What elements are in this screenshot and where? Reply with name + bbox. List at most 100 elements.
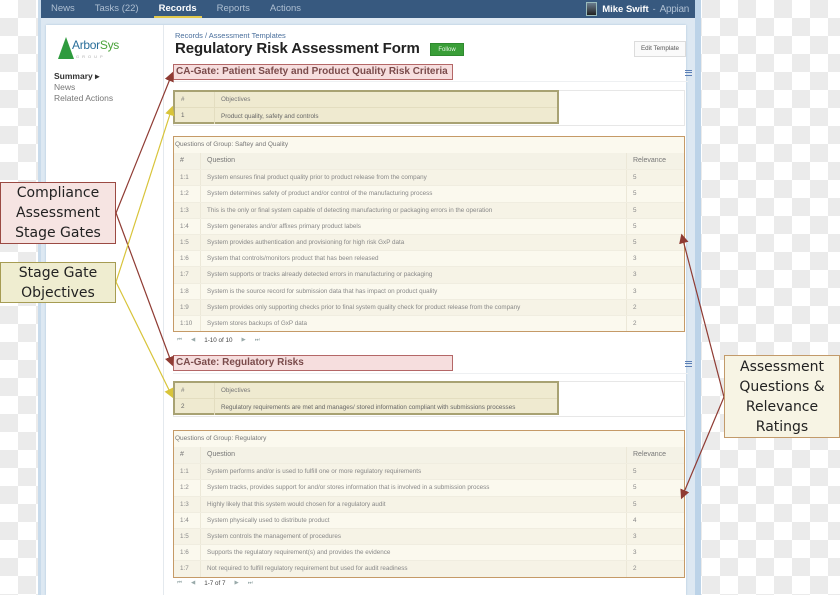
follow-button[interactable]: Follow <box>430 43 464 56</box>
question-num: 1:6 <box>174 251 201 267</box>
question-relevance: 5 <box>633 222 637 230</box>
question-text: System provides authentication and provi… <box>201 234 627 251</box>
objectives-header-text: Objectives <box>221 96 251 103</box>
next-page-icon[interactable]: ▶ <box>242 337 246 343</box>
breadcrumb: Records / Assessment Templates <box>175 31 286 40</box>
question-row: 1:7 Not required to fulfill regulatory re… <box>174 560 684 577</box>
nav-tab-records[interactable]: Records <box>149 0 207 18</box>
breadcrumb-records[interactable]: Records <box>175 31 203 40</box>
sidebar: ArborSys GROUP Summary ▸ News Related Ac… <box>46 25 164 595</box>
objective-row: 2 Regulatory requirements are met and ma… <box>175 399 557 415</box>
question-relevance: 3 <box>633 532 637 540</box>
app-window: News Tasks (22) Records Reports Actions … <box>38 0 701 595</box>
question-relevance: 5 <box>633 468 637 476</box>
question-text: System that controls/monitors product th… <box>201 251 627 267</box>
header-num: # <box>174 447 201 464</box>
collapse-icon[interactable] <box>685 361 692 367</box>
sidebar-links: Summary ▸ News Related Actions <box>54 71 113 104</box>
logo-text: ArborSys <box>72 38 119 52</box>
question-text: System performs and/or is used to fulfil… <box>201 464 627 480</box>
callout-line: Assessment <box>16 205 100 221</box>
question-relevance: 5 <box>633 174 637 182</box>
question-text: Not required to fulfill regulatory requi… <box>201 561 627 577</box>
company-logo: ArborSys GROUP <box>58 35 148 69</box>
last-page-icon[interactable]: ⏭ <box>248 580 253 587</box>
sidebar-item-news[interactable]: News <box>54 82 113 93</box>
last-page-icon[interactable]: ⏭ <box>255 337 260 344</box>
gate-title: CA-Gate: Regulatory Risks <box>173 355 453 371</box>
question-relevance: 5 <box>633 500 637 508</box>
callout-line: Stage Gate <box>18 265 98 281</box>
question-row: 1:1 System performs and/or is used to ful… <box>174 463 684 480</box>
question-row: 1:5 System provides authentication and pr… <box>174 233 684 251</box>
nav-tab-news[interactable]: News <box>41 0 85 18</box>
question-text: System provides only supporting checks p… <box>201 299 627 315</box>
pager-label: 1-10 of 10 <box>204 336 233 344</box>
questions-table: Questions of Group: Saftey and Quality #… <box>173 136 685 333</box>
collapse-icon[interactable] <box>685 70 692 76</box>
callout-line: Objectives <box>21 285 95 301</box>
objective-row: 1 Product quality, safety and controls <box>175 108 557 124</box>
question-row: 1:1 System ensures final product quality … <box>174 169 684 186</box>
question-num: 1:3 <box>174 202 201 218</box>
question-relevance: 2 <box>633 319 637 327</box>
question-num: 1:7 <box>174 267 201 283</box>
nav-tab-tasks[interactable]: Tasks (22) <box>85 0 149 18</box>
next-page-icon[interactable]: ▶ <box>235 580 239 586</box>
question-row: 1:4 System generates and/or affixes prima… <box>174 217 684 234</box>
objectives-header-row: # Objectives <box>175 92 557 108</box>
objectives-header-text: Objectives <box>221 387 251 394</box>
question-num: 1:3 <box>174 496 201 512</box>
nav-tab-actions[interactable]: Actions <box>260 0 311 18</box>
question-num: 1:1 <box>174 464 201 480</box>
pagination: ⏮ ◀ 1-7 of 7 ▶ ⏭ <box>177 578 262 588</box>
callout-line: Assessment <box>740 359 824 375</box>
page-title: Regulatory Risk Assessment Form <box>175 40 420 57</box>
sidebar-item-related-actions[interactable]: Related Actions <box>54 93 113 104</box>
callout-line: Stage Gates <box>15 225 101 241</box>
first-page-icon[interactable]: ⏮ <box>177 580 182 587</box>
first-page-icon[interactable]: ⏮ <box>177 337 182 344</box>
user-avatar[interactable] <box>586 2 598 16</box>
question-relevance: 3 <box>633 271 637 279</box>
callout-objectives: Stage Gate Objectives <box>0 262 116 303</box>
header-num: # <box>174 153 201 170</box>
user-name[interactable]: Mike Swift <box>602 4 648 15</box>
objectives-table: # Objectives 2 Regulatory requirements a… <box>173 381 559 415</box>
nav-tab-reports[interactable]: Reports <box>207 0 260 18</box>
question-relevance: 5 <box>633 190 637 198</box>
questions-table: Questions of Group: Regulatory # Questio… <box>173 430 685 578</box>
objectives-table: # Objectives 1 Product quality, safety a… <box>173 90 559 124</box>
questions-header-row: # Question Relevance <box>174 153 684 170</box>
question-text: Highly likely that this system would cho… <box>201 496 627 512</box>
question-num: 1:4 <box>174 218 201 234</box>
question-relevance: 3 <box>633 287 637 295</box>
question-text: System tracks, provides support for and/… <box>201 480 627 496</box>
question-text: Supports the regulatory requirement(s) a… <box>201 545 627 561</box>
callout-questions: Assessment Questions & Relevance Ratings <box>724 355 840 438</box>
question-num: 1:8 <box>174 283 201 299</box>
question-row: 1:7 System supports or tracks already det… <box>174 266 684 283</box>
question-relevance: 2 <box>633 303 637 311</box>
objectives-header-row: # Objectives <box>175 383 557 399</box>
prev-page-icon[interactable]: ◀ <box>191 337 195 343</box>
questions-header-row: # Question Relevance <box>174 447 684 464</box>
sidebar-item-summary[interactable]: Summary ▸ <box>54 71 113 82</box>
question-row: 1:9 System provides only supporting check… <box>174 298 684 315</box>
question-row: 1:2 System determines safety of product a… <box>174 185 684 202</box>
breadcrumb-assessment-templates[interactable]: Assessment Templates <box>209 31 286 40</box>
header-relevance: Relevance <box>633 157 667 164</box>
callout-line: Relevance <box>745 399 819 415</box>
question-num: 1:6 <box>174 545 201 561</box>
question-num: 1:2 <box>174 186 201 202</box>
question-row: 1:6 Supports the regulatory requirement(s… <box>174 544 684 561</box>
question-row: 1:5 System controls the management of pro… <box>174 527 684 545</box>
question-text: System supports or tracks already detect… <box>201 267 627 283</box>
question-num: 1:10 <box>174 315 201 332</box>
question-text: This is the only or final system capable… <box>201 202 627 218</box>
question-num: 1:5 <box>174 528 201 545</box>
question-num: 1:1 <box>174 170 201 186</box>
prev-page-icon[interactable]: ◀ <box>191 580 195 586</box>
objective-num: 1 <box>175 108 215 124</box>
edit-template-button[interactable]: Edit Template <box>634 41 686 57</box>
